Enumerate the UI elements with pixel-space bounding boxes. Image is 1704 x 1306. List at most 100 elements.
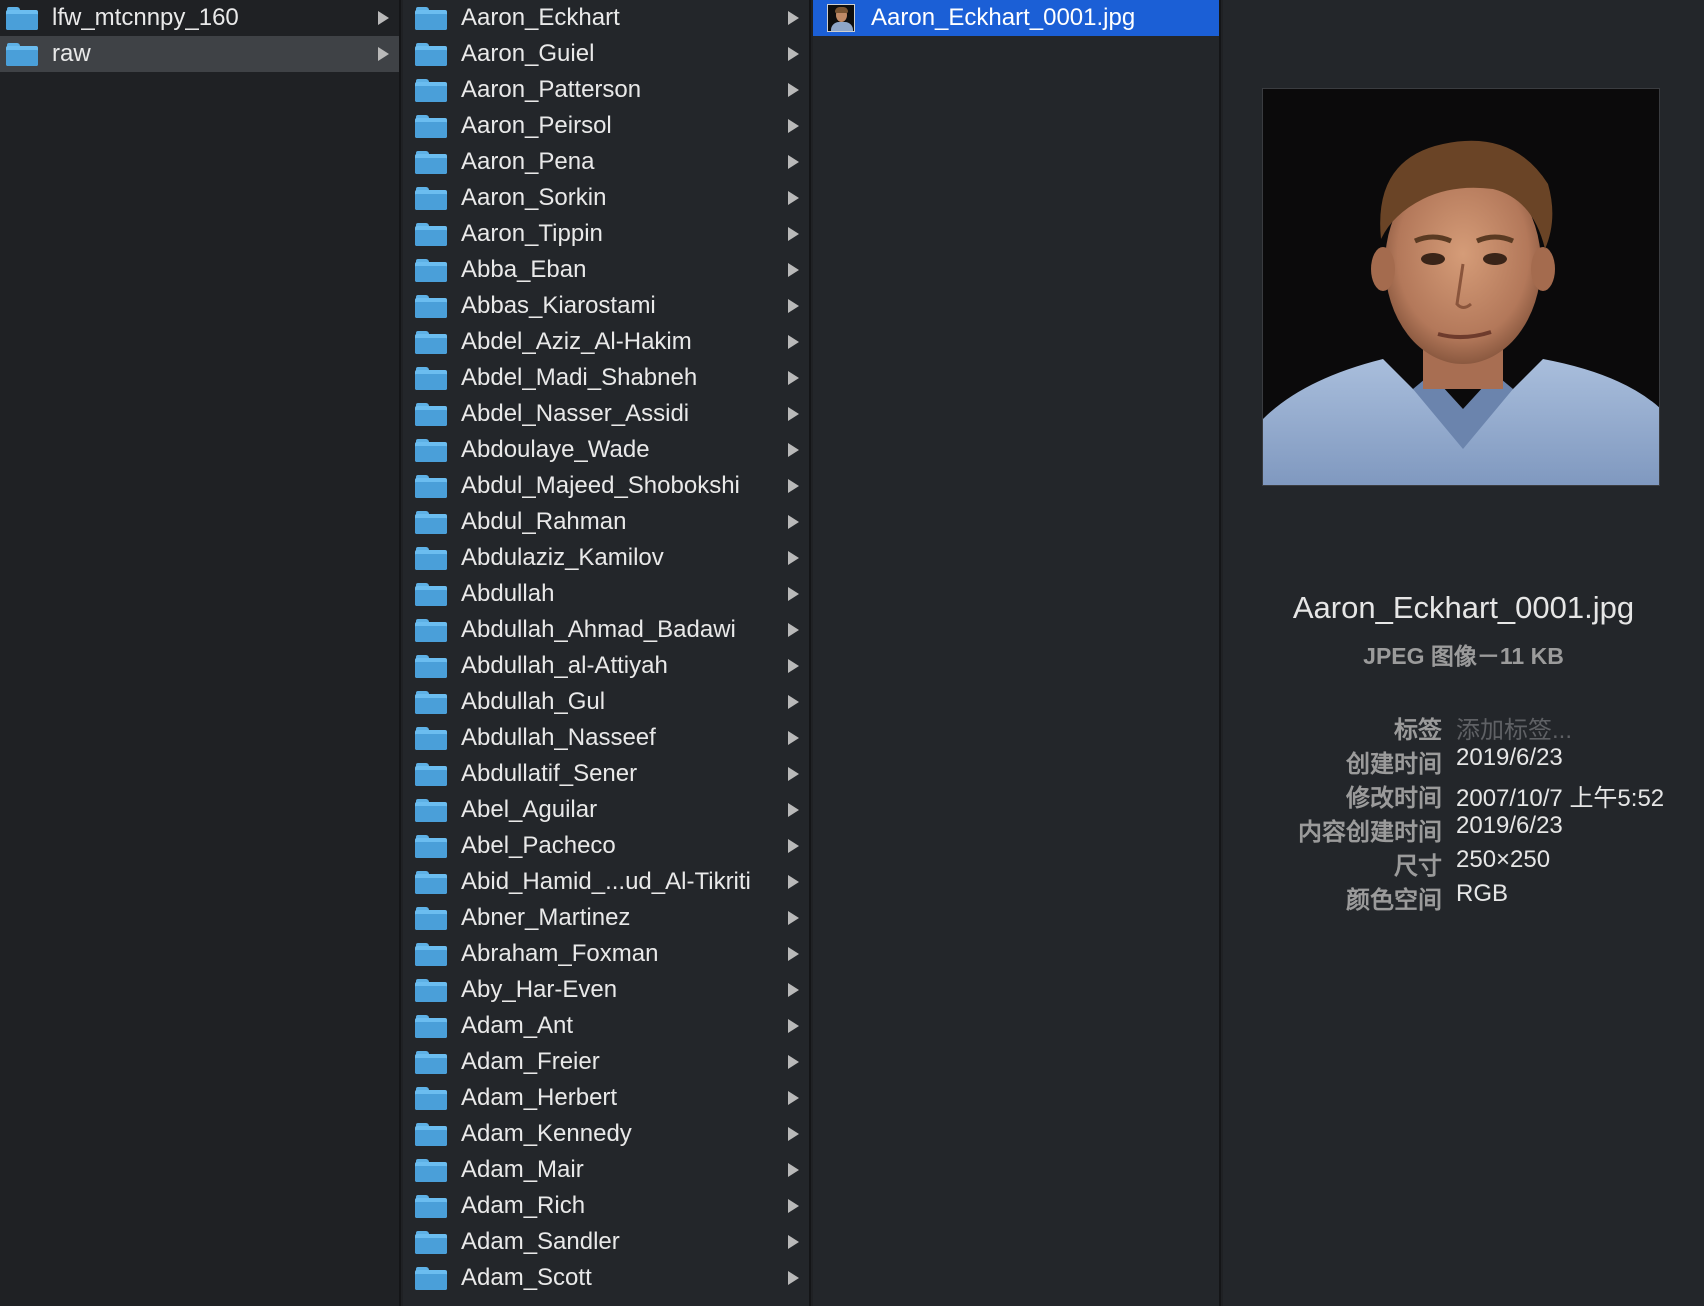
folder-label: Aaron_Peirsol [461,112,612,139]
folder-row[interactable]: Abdullah_al-Attiyah [403,648,809,684]
folder-label: Aaron_Guiel [461,40,595,67]
disclosure-arrow-icon [788,875,799,889]
disclosure-arrow-icon [788,911,799,925]
disclosure-arrow-icon [788,335,799,349]
disclosure-arrow-icon [788,1019,799,1033]
folder-row[interactable]: Aby_Har-Even [403,972,809,1008]
folder-icon [415,1050,447,1074]
folder-row[interactable]: Adam_Scott [403,1260,809,1296]
folder-icon [415,1014,447,1038]
folder-row-lfw[interactable]: lfw_mtcnnpy_160 [0,0,399,36]
folder-label: Abdullah_al-Attiyah [461,652,668,679]
folder-icon [415,1230,447,1254]
info-row: 内容创建时间 2019/6/23 [1223,812,1704,846]
folder-row[interactable]: Adam_Rich [403,1188,809,1224]
folder-row[interactable]: Aaron_Peirsol [403,108,809,144]
disclosure-arrow-icon [378,11,389,25]
disclosure-arrow-icon [788,11,799,25]
disclosure-arrow-icon [788,695,799,709]
disclosure-arrow-icon [788,515,799,529]
folder-label: Adam_Sandler [461,1228,620,1255]
folder-label: Abdullah_Nasseef [461,724,656,751]
info-row: 创建时间 2019/6/23 [1223,744,1704,778]
disclosure-arrow-icon [788,83,799,97]
folder-row-raw[interactable]: raw [0,36,399,72]
folder-row[interactable]: Abdel_Aziz_Al-Hakim [403,324,809,360]
column-3[interactable]: Aaron_Eckhart_0001.jpg [813,0,1221,1306]
folder-row[interactable]: Abdullah_Nasseef [403,720,809,756]
info-value[interactable]: 添加标签... [1456,710,1572,745]
folder-icon [415,546,447,570]
folder-icon [415,222,447,246]
disclosure-arrow-icon [788,947,799,961]
folder-label: Aaron_Sorkin [461,184,607,211]
folder-icon [415,150,447,174]
folder-icon [415,42,447,66]
folder-label: Abraham_Foxman [461,940,659,967]
folder-row[interactable]: Adam_Freier [403,1044,809,1080]
folder-row[interactable]: Adam_Kennedy [403,1116,809,1152]
folder-row[interactable]: Aaron_Eckhart [403,0,809,36]
folder-row[interactable]: Aaron_Guiel [403,36,809,72]
disclosure-arrow-icon [788,479,799,493]
disclosure-arrow-icon [788,983,799,997]
folder-icon [6,6,38,30]
disclosure-arrow-icon [378,47,389,61]
folder-icon [415,870,447,894]
folder-row[interactable]: Abel_Pacheco [403,828,809,864]
folder-icon [6,42,38,66]
folder-row[interactable]: Abdullatif_Sener [403,756,809,792]
folder-icon [415,6,447,30]
column-1[interactable]: lfw_mtcnnpy_160 raw [0,0,401,1306]
folder-row[interactable]: Abraham_Foxman [403,936,809,972]
disclosure-arrow-icon [788,407,799,421]
folder-row[interactable]: Aaron_Patterson [403,72,809,108]
folder-row[interactable]: Adam_Sandler [403,1224,809,1260]
folder-row[interactable]: Abdullah_Gul [403,684,809,720]
file-row-selected[interactable]: Aaron_Eckhart_0001.jpg [813,0,1219,36]
folder-row[interactable]: Adam_Herbert [403,1080,809,1116]
folder-row[interactable]: Adam_Mair [403,1152,809,1188]
disclosure-arrow-icon [788,551,799,565]
folder-row[interactable]: Abdullah [403,576,809,612]
folder-label: Abdul_Majeed_Shobokshi [461,472,740,499]
disclosure-arrow-icon [788,119,799,133]
folder-icon [415,402,447,426]
folder-label: Abdel_Aziz_Al-Hakim [461,328,692,355]
folder-row[interactable]: Aaron_Tippin [403,216,809,252]
folder-icon [415,186,447,210]
folder-icon [415,258,447,282]
folder-row[interactable]: Abdulaziz_Kamilov [403,540,809,576]
info-row: 颜色空间 RGB [1223,880,1704,914]
folder-icon [415,834,447,858]
disclosure-arrow-icon [788,587,799,601]
info-row: 尺寸 250×250 [1223,846,1704,880]
folder-label: Aaron_Tippin [461,220,603,247]
folder-row[interactable]: Abdel_Nasser_Assidi [403,396,809,432]
folder-label: Abdullah_Ahmad_Badawi [461,616,736,643]
folder-row[interactable]: Abid_Hamid_...ud_Al-Tikriti [403,864,809,900]
folder-label: Abdoulaye_Wade [461,436,650,463]
preview-kind-size: JPEG 图像－11 KB [1363,643,1564,669]
folder-row[interactable]: Abner_Martinez [403,900,809,936]
folder-row[interactable]: Abdel_Madi_Shabneh [403,360,809,396]
folder-row[interactable]: Abdullah_Ahmad_Badawi [403,612,809,648]
folder-row[interactable]: Abdoulaye_Wade [403,432,809,468]
folder-row[interactable]: Abbas_Kiarostami [403,288,809,324]
folder-row[interactable]: Aaron_Pena [403,144,809,180]
disclosure-arrow-icon [788,731,799,745]
folder-label: Adam_Kennedy [461,1120,632,1147]
column-2[interactable]: Aaron_Eckhart Aaron_Guiel Aaron_Patterson A… [403,0,811,1306]
folder-row[interactable]: Aaron_Sorkin [403,180,809,216]
folder-row[interactable]: Abdul_Rahman [403,504,809,540]
disclosure-arrow-icon [788,1055,799,1069]
folder-row[interactable]: Abba_Eban [403,252,809,288]
folder-row[interactable]: Abdul_Majeed_Shobokshi [403,468,809,504]
folder-row[interactable]: Adam_Ant [403,1008,809,1044]
folder-icon [415,330,447,354]
folder-row[interactable]: Abel_Aguilar [403,792,809,828]
folder-icon [415,582,447,606]
folder-label: Abdullah_Gul [461,688,606,715]
preview-image [1262,88,1660,486]
disclosure-arrow-icon [788,1163,799,1177]
